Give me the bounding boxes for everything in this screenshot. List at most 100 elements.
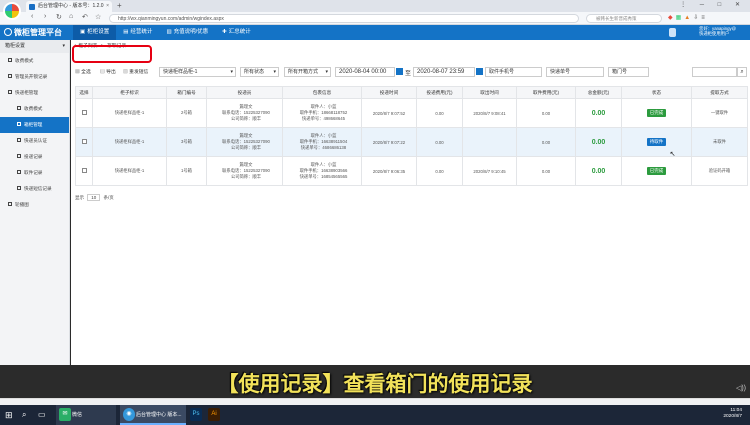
bookmark-star-icon[interactable]: ☆ bbox=[95, 13, 101, 21]
select-all-button[interactable]: ▦ 全选 bbox=[75, 68, 91, 75]
tab-close-icon[interactable]: × bbox=[106, 1, 109, 12]
url-input[interactable]: http://wx.qianmingyun.com/admin/wgindex.… bbox=[109, 14, 579, 23]
keyword-input[interactable] bbox=[692, 67, 737, 77]
column-header[interactable]: 投递员 bbox=[206, 86, 283, 99]
system-clock[interactable]: 11:04 2020/8/7 bbox=[723, 408, 742, 420]
tracking-number-input[interactable]: 快递单号 bbox=[546, 67, 604, 77]
pickup-time-cell: 2020/8/7 9:08:41 bbox=[462, 98, 517, 128]
nav-summary[interactable]: ✚ 汇总统计 bbox=[215, 25, 258, 40]
reload-icon[interactable]: ↻ bbox=[56, 13, 62, 21]
column-header[interactable]: 投递费用(元) bbox=[416, 86, 463, 99]
search-icon[interactable]: ⌕ bbox=[737, 67, 747, 77]
extension-icons[interactable]: ◆▦▲⇩≡ bbox=[668, 14, 708, 21]
new-tab-button[interactable]: + bbox=[117, 1, 122, 10]
table-row[interactable]: 快递柜样品柜-1 1号箱 篇理文 联系电话：15225327090 公司简称：顺丰 取件人… bbox=[75, 156, 748, 186]
status-badge[interactable]: 已完成 bbox=[646, 167, 667, 175]
user-info[interactable]: 您好：yanapingy@ 快递柜使用用户 bbox=[699, 26, 736, 36]
calendar-icon[interactable] bbox=[476, 68, 483, 75]
resend-sms-button[interactable]: ▥ 重发短信 bbox=[123, 68, 148, 75]
browser-titlebar: 后台管理中心 - 版本号：1.2.0 × + ⋮ ─ □ ✕ bbox=[0, 0, 750, 12]
package-cell: 取件人：小蓝 取件手机：16638903566 快递单号：16854565565 bbox=[282, 156, 362, 186]
undo-icon[interactable]: ↶ bbox=[82, 13, 88, 21]
illustrator-icon[interactable]: Ai bbox=[208, 408, 220, 421]
sidebar-item-label: 取件记录 bbox=[24, 170, 43, 175]
courier-cell-line: 公司简称：顺丰 bbox=[230, 116, 262, 121]
brand-text: 微柜管理平台 bbox=[14, 28, 62, 37]
column-header[interactable]: 取出时间 bbox=[462, 86, 517, 99]
nav-label: 汇总统计 bbox=[228, 29, 251, 35]
deliver-time-cell: 2020/8/7 9:06:35 bbox=[361, 156, 417, 186]
table-row[interactable]: 快递柜样品柜-1 2号箱 篇理文 联系电话：15225327090 公司简称：顺丰 取件人… bbox=[75, 98, 748, 128]
nav-business-stats[interactable]: ▤ 经营统计 bbox=[116, 25, 159, 40]
avatar[interactable] bbox=[669, 28, 676, 37]
column-header[interactable]: 取件费用(元) bbox=[516, 86, 576, 99]
date-from-input[interactable]: 2020-08-04 00:00 bbox=[335, 67, 395, 77]
back-icon[interactable]: ‹ bbox=[31, 13, 33, 20]
total-amount-cell: 0.00 bbox=[575, 127, 622, 157]
windows-start-icon[interactable]: ⊞ bbox=[5, 405, 13, 425]
nav-recharge[interactable]: ▥ 充值说明/优惠 bbox=[159, 25, 215, 40]
nav-cabinet-settings[interactable]: ▣ 柜柜设置 bbox=[73, 25, 117, 40]
date-to-input[interactable]: 2020-08-07 23:59 bbox=[413, 67, 475, 77]
open-method-select[interactable]: 所有开箱方式 ▾ bbox=[284, 67, 331, 77]
taskbar-browser[interactable]: ◉ 后台管理中心 版本... bbox=[120, 405, 186, 425]
door-number-input[interactable]: 箱门号 bbox=[608, 67, 649, 77]
chevron-down-icon: ▾ bbox=[230, 69, 233, 75]
status-badge[interactable]: 待取件 bbox=[646, 138, 667, 146]
status-badge[interactable]: 已完成 bbox=[646, 109, 667, 117]
speaker-icon: ◁)) bbox=[735, 385, 746, 392]
sidebar-item-0[interactable]: 收费模式 bbox=[0, 53, 69, 69]
sidebar-item-label: 快递短信记录 bbox=[24, 186, 52, 191]
deliver-fee-cell: 0.00 bbox=[416, 98, 463, 128]
sidebar-item-7[interactable]: 取件记录 bbox=[0, 165, 69, 181]
export-icon: ▤ bbox=[100, 70, 105, 75]
menu-item-icon bbox=[17, 170, 21, 174]
window-controls[interactable]: ⋮ ─ □ ✕ bbox=[680, 1, 746, 8]
search-icon[interactable]: ⌕ bbox=[22, 405, 26, 425]
sidebar-item-8[interactable]: 快递短信记录 bbox=[0, 181, 69, 197]
status-cell: 已完成 bbox=[621, 156, 692, 186]
column-header[interactable]: 包裹信息 bbox=[282, 86, 362, 99]
sidebar-item-3[interactable]: 收费模式 bbox=[0, 101, 69, 117]
sidebar-item-2[interactable]: 快递柜管理 bbox=[0, 85, 69, 101]
wechat-icon: ✉ bbox=[59, 408, 71, 421]
row-checkbox[interactable] bbox=[81, 168, 87, 173]
column-header[interactable]: 箱门编号 bbox=[166, 86, 207, 99]
column-header[interactable]: 投递时间 bbox=[361, 86, 417, 99]
status-select[interactable]: 所有状态 ▾ bbox=[240, 67, 279, 77]
browser-tab[interactable]: 后台管理中心 - 版本号：1.2.0 × bbox=[26, 1, 112, 12]
photoshop-icon[interactable]: Ps bbox=[190, 408, 202, 421]
column-header[interactable]: 提取方式 bbox=[691, 86, 748, 99]
column-header[interactable]: 柜子标识 bbox=[92, 86, 167, 99]
taskbar-wechat-label: 微信 bbox=[72, 412, 83, 418]
column-header[interactable]: 总金额(元) bbox=[575, 86, 622, 99]
page-size-select[interactable]: 10 bbox=[87, 194, 101, 201]
pickup-time-cell: 2020/8/7 9:10:45 bbox=[462, 156, 517, 186]
menu-item-icon bbox=[17, 154, 21, 158]
row-checkbox[interactable] bbox=[81, 110, 87, 115]
pickup-phone-input[interactable]: 取件手机号 bbox=[485, 67, 542, 77]
browser-search-input[interactable]: 被韩长生新晋成秀策 bbox=[586, 14, 662, 23]
export-button[interactable]: ▤ 导出 bbox=[100, 68, 116, 75]
sidebar-item-9[interactable]: 轮播图 bbox=[0, 197, 69, 213]
sidebar-item-1[interactable]: 管理员开锁记录 bbox=[0, 69, 69, 85]
sidebar-item-5[interactable]: 快递员认证 bbox=[0, 133, 69, 149]
cabinet-select[interactable]: 快递柜样品柜-1 ▾ bbox=[159, 67, 236, 77]
home-icon[interactable]: ⌂ bbox=[69, 13, 73, 20]
forward-icon[interactable]: › bbox=[44, 13, 46, 20]
taskbar-wechat[interactable]: ✉ 微信 bbox=[56, 405, 116, 425]
calendar-icon[interactable] bbox=[396, 68, 403, 75]
column-header[interactable]: 选择 bbox=[75, 86, 93, 99]
row-checkbox[interactable] bbox=[81, 139, 87, 144]
sidebar-item-4[interactable]: 箱柜管理 bbox=[0, 117, 69, 133]
sidebar-item-6[interactable]: 投递记录 bbox=[0, 149, 69, 165]
summary-icon: ✚ bbox=[222, 29, 227, 35]
column-header[interactable]: 状态 bbox=[621, 86, 692, 99]
export-label: 导出 bbox=[106, 70, 116, 75]
total-amount-cell: 0.00 bbox=[575, 98, 622, 128]
date-range-separator: 至 bbox=[405, 71, 412, 77]
table-row[interactable]: 快递柜样品柜-1 3号箱 篇理文 联系电话：15225327090 公司简称：顺丰 取件人… bbox=[75, 127, 748, 158]
sidebar-header-label: 箱柜设置 bbox=[5, 43, 26, 49]
task-view-icon[interactable]: ▭ bbox=[38, 405, 46, 425]
browser-statusbar bbox=[0, 398, 750, 405]
